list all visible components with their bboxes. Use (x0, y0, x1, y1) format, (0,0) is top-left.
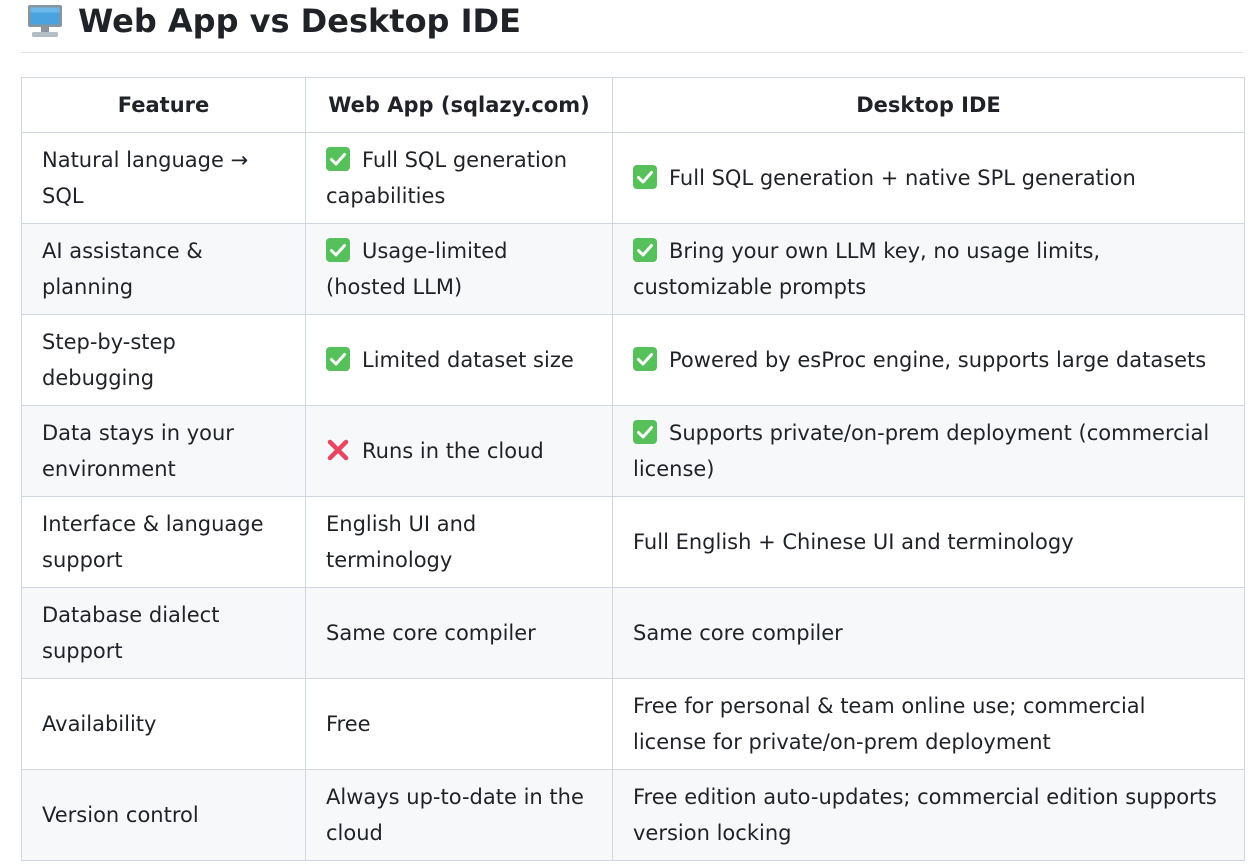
table-body: Natural language → SQL Full SQL generatio… (21, 132, 1245, 861)
desktop-ide-cell: Bring your own LLM key, no usage limits,… (612, 223, 1245, 315)
table-row: Natural language → SQL Full SQL generatio… (21, 132, 1245, 224)
check-mark-icon (633, 347, 657, 371)
web-app-cell: Usage-limited (hosted LLM) (305, 223, 613, 315)
header-desktop-ide: Desktop IDE (612, 77, 1245, 133)
header-feature: Feature (21, 77, 306, 133)
page-title: Web App vs Desktop IDE (78, 2, 521, 40)
cell-text: Limited dataset size (362, 348, 574, 372)
web-app-cell: Limited dataset size (305, 314, 613, 406)
check-mark-icon (633, 238, 657, 262)
title-divider (21, 52, 1243, 53)
feature-cell: AI assistance & planning (21, 223, 306, 315)
table-header-row: Feature Web App (sqlazy.com) Desktop IDE (21, 77, 1245, 133)
feature-cell: Availability (21, 678, 306, 770)
page-heading: Web App vs Desktop IDE (26, 0, 521, 42)
desktop-ide-cell: Full English + Chinese UI and terminolog… (612, 496, 1245, 588)
table-row: Version control Always up-to-date in the … (21, 769, 1245, 861)
table-row: Step-by-step debugging Limited dataset si… (21, 314, 1245, 406)
table-row: Interface & language support English UI a… (21, 496, 1245, 588)
check-mark-icon (633, 420, 657, 444)
check-mark-icon (326, 347, 350, 371)
desktop-ide-cell: Full SQL generation + native SPL generat… (612, 132, 1245, 224)
web-app-cell: Same core compiler (305, 587, 613, 679)
table-row: Database dialect support Same core compil… (21, 587, 1245, 679)
table-row: Availability Free Free for personal & team… (21, 678, 1245, 770)
feature-cell: Natural language → SQL (21, 132, 306, 224)
cross-mark-icon (326, 438, 350, 462)
cell-text: Full SQL generation + native SPL generat… (669, 166, 1136, 190)
desktop-ide-cell: Supports private/on-prem deployment (com… (612, 405, 1245, 497)
desktop-ide-cell: Powered by esProc engine, supports large… (612, 314, 1245, 406)
web-app-cell: Free (305, 678, 613, 770)
web-app-cell: Runs in the cloud (305, 405, 613, 497)
feature-cell: Database dialect support (21, 587, 306, 679)
cell-text: Same core compiler (633, 621, 843, 645)
desktop-ide-cell: Free for personal & team online use; com… (612, 678, 1245, 770)
cell-text: Free for personal & team online use; com… (633, 694, 1146, 754)
web-app-cell: Always up-to-date in the cloud (305, 769, 613, 861)
desktop-ide-cell: Free edition auto-updates; commercial ed… (612, 769, 1245, 861)
check-mark-icon (326, 238, 350, 262)
table-row: AI assistance & planning Usage-limited (h… (21, 223, 1245, 315)
cell-text: Free edition auto-updates; commercial ed… (633, 785, 1217, 845)
cell-text: Full English + Chinese UI and terminolog… (633, 530, 1074, 554)
feature-cell: Data stays in your environment (21, 405, 306, 497)
desktop-ide-cell: Same core compiler (612, 587, 1245, 679)
desktop-computer-icon (26, 3, 64, 39)
cell-text: Free (326, 712, 371, 736)
cell-text: Powered by esProc engine, supports large… (669, 348, 1207, 372)
feature-cell: Step-by-step debugging (21, 314, 306, 406)
cell-text: English UI and terminology (326, 512, 477, 572)
check-mark-icon (633, 165, 657, 189)
table-row: Data stays in your environment Runs in th… (21, 405, 1245, 497)
web-app-cell: Full SQL generation capabilities (305, 132, 613, 224)
page: Web App vs Desktop IDE Feature Web App (… (0, 0, 1249, 865)
feature-cell: Version control (21, 769, 306, 861)
cell-text: Same core compiler (326, 621, 536, 645)
web-app-cell: English UI and terminology (305, 496, 613, 588)
comparison-table: Feature Web App (sqlazy.com) Desktop IDE… (21, 77, 1245, 861)
feature-cell: Interface & language support (21, 496, 306, 588)
cell-text: Bring your own LLM key, no usage limits,… (633, 239, 1101, 299)
cell-text: Runs in the cloud (362, 439, 544, 463)
check-mark-icon (326, 147, 350, 171)
header-web-app: Web App (sqlazy.com) (305, 77, 613, 133)
cell-text: Supports private/on-prem deployment (com… (633, 421, 1210, 481)
cell-text: Usage-limited (hosted LLM) (326, 239, 508, 299)
cell-text: Full SQL generation capabilities (326, 148, 568, 208)
cell-text: Always up-to-date in the cloud (326, 785, 584, 845)
